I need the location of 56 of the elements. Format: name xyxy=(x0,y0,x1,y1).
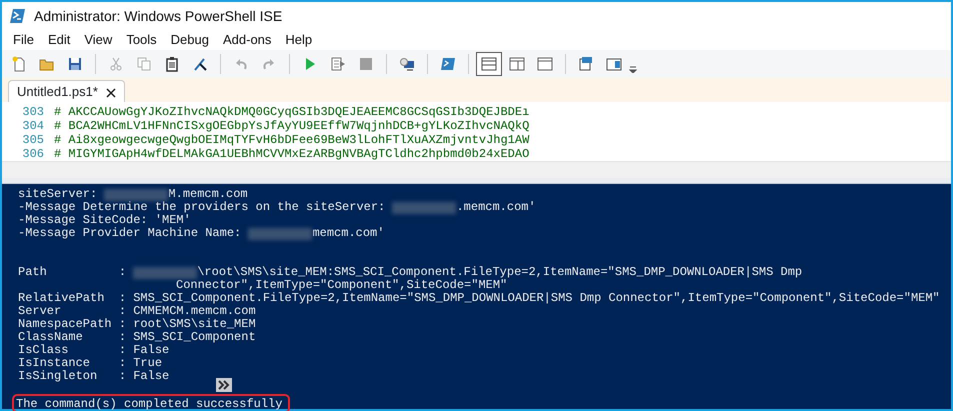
highlighted-text: The command(s) completed successfully xyxy=(12,394,290,411)
save-icon xyxy=(67,56,83,72)
window-title: Administrator: Windows PowerShell ISE xyxy=(34,6,282,26)
script-pane-maximized-icon xyxy=(537,56,553,72)
console-text: Server : CMMEMCM.memcm.com xyxy=(18,304,256,318)
script-pane-top-icon xyxy=(481,56,497,72)
tab-label: Untitled1.ps1* xyxy=(17,83,98,102)
console-text: RelativePath : SMS_SCI_Component.FileType=2,ItemName="SMS_DMP_DOWNLOADER|SMS Dmp Connector",ItemType="Component",SiteCode="MEM" xyxy=(18,292,940,305)
code-comment: # Ai8xgeowgecwgeQwgbOEIMqTYFvH6bDFee69BeW3lLohFTlXuAXZmjvntvJhg1AW xyxy=(54,133,530,148)
menu-item[interactable]: View xyxy=(77,30,120,50)
code-comment: # AKCCAUowGgYJKoZIhvcNAQkDMQ0GCyqGSIb3DQEJEAEEMC8GCSqGSIb3DQEJBDEı xyxy=(54,105,530,120)
new-file-icon xyxy=(11,56,27,72)
console-text: memcm.com' xyxy=(312,226,384,240)
code-comment: # MIGYMIGApH4wfDELMAkGA1UEBhMCVVMxEzARBgNVBAgTCldhc2hpbmd0b24xEDAO xyxy=(54,147,530,162)
remote-computer-icon xyxy=(399,56,415,72)
blurred-text xyxy=(104,188,168,201)
menu-item[interactable]: Debug xyxy=(164,30,216,50)
powershell-logo-icon xyxy=(10,8,26,24)
code-comment: # BCA2WHCmLV1HFNnCISxgOEGbpYsJfAyYU9EEffW7WqjnhDCB+gYLKoZIhvcNAQkQ xyxy=(54,119,530,134)
toolbar-button[interactable] xyxy=(476,52,502,76)
console-text: ClassName : SMS_SCI_Component xyxy=(18,330,256,344)
copy-icon xyxy=(136,56,152,72)
console-text: -Message SiteCode: 'MEM' xyxy=(18,214,191,227)
menu-item[interactable]: Tools xyxy=(119,30,164,50)
run-selection-icon xyxy=(330,56,346,72)
double-chevron-icon[interactable] xyxy=(216,376,232,394)
blurred-text xyxy=(248,228,312,240)
menu-item[interactable]: Help xyxy=(278,30,320,50)
menu-item[interactable]: File xyxy=(6,30,41,50)
powershell-icon xyxy=(440,56,456,72)
line-number: 306 xyxy=(21,147,45,162)
console-text: NamespacePath : root\SMS\site_MEM xyxy=(18,318,256,331)
script-pane-right-icon xyxy=(509,56,525,72)
stop-icon xyxy=(358,56,374,72)
console-text: IsSingleton : False xyxy=(18,370,170,383)
clipboard-icon xyxy=(164,56,180,72)
console-text: -Message Determine the providers on the siteServer: xyxy=(18,200,386,214)
console-text: Path : xyxy=(18,266,128,279)
line-number: 303 xyxy=(21,105,45,120)
console-text: M.memcm.com xyxy=(168,188,248,201)
console-text: -Message Provider Machine Name: xyxy=(18,226,242,240)
console-text: .memcm.com' xyxy=(456,200,536,214)
console-text: IsInstance : True xyxy=(18,356,162,370)
line-number: 305 xyxy=(21,133,45,148)
scissors-icon xyxy=(108,56,124,72)
console-text: IsClass : False xyxy=(18,344,170,357)
blurred-text xyxy=(392,202,456,214)
console-text: \root\SMS\site_MEM:SMS_SCI_Component.FileType=2,ItemName="SMS_DMP_DOWNLOADER|SMS Dmp xyxy=(197,266,802,279)
script-tab[interactable]: Untitled1.ps1* xyxy=(8,80,125,102)
console-text: Connector",ItemType="Component",SiteCode="MEM" xyxy=(176,278,508,292)
blurred-text xyxy=(133,266,198,279)
horizontal-scrollbar[interactable] xyxy=(2,161,951,178)
line-number: 304 xyxy=(21,119,45,134)
menu-item[interactable]: Add-ons xyxy=(216,30,278,50)
menu-item[interactable]: Edit xyxy=(40,30,78,50)
console-text: siteServer: xyxy=(18,188,98,201)
